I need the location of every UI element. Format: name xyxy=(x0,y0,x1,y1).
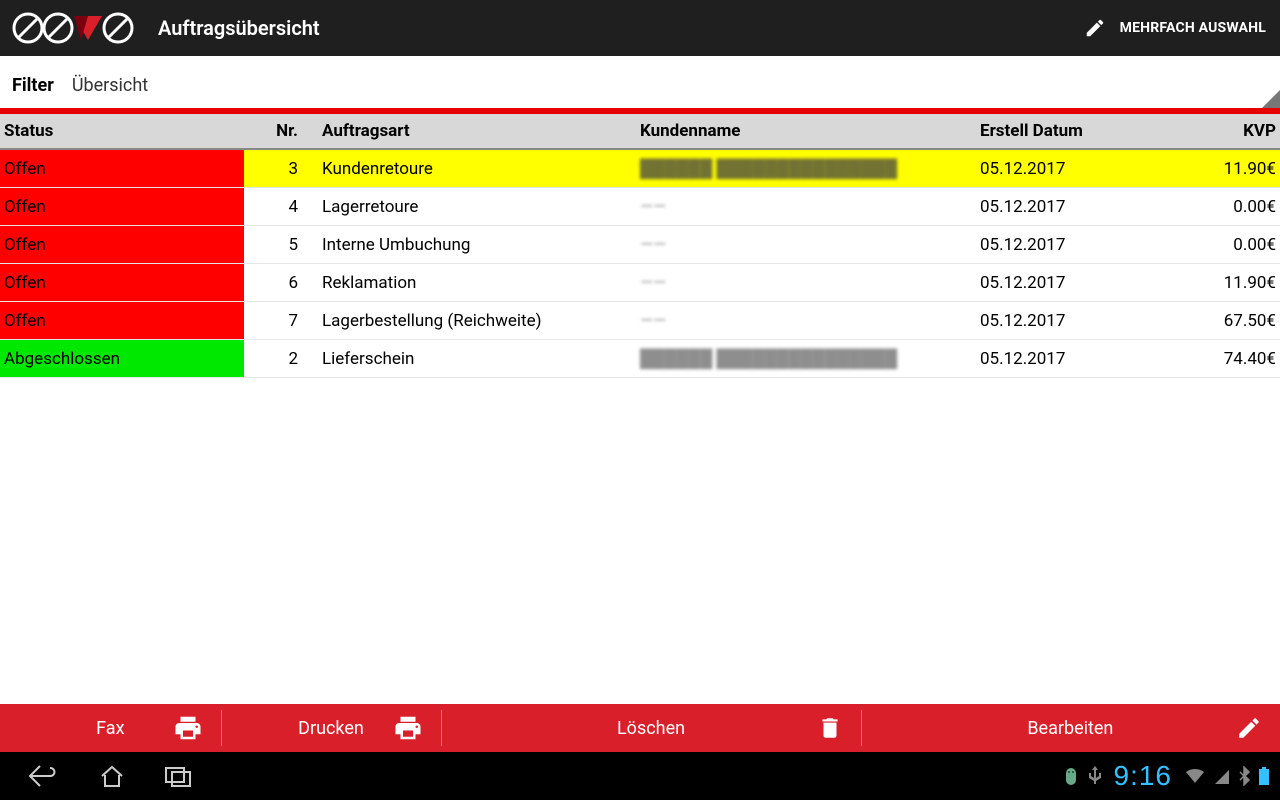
battery-icon xyxy=(1258,766,1270,786)
wifi-icon xyxy=(1184,767,1206,785)
cell-kunde: ██████ ███████████████ xyxy=(636,159,976,179)
android-nav-bar: 9:16 xyxy=(0,752,1280,800)
cell-signal-icon xyxy=(1214,767,1230,785)
cell-kvp: 0.00€ xyxy=(1136,197,1280,217)
cell-art: Reklamation xyxy=(306,273,636,293)
cell-kvp: 67.50€ xyxy=(1136,311,1280,331)
home-icon[interactable] xyxy=(98,763,126,789)
cell-kvp: 74.40€ xyxy=(1136,349,1280,369)
cell-date: 05.12.2017 xyxy=(976,311,1136,331)
android-debug-icon xyxy=(1062,766,1080,786)
table-row[interactable]: Abgeschlossen2Lieferschein██████ ███████… xyxy=(0,340,1280,378)
table-row[interactable]: Offen6Reklamation——05.12.201711.90€ xyxy=(0,264,1280,302)
bluetooth-icon xyxy=(1238,766,1250,786)
delete-label: Löschen xyxy=(617,718,685,739)
th-date[interactable]: Erstell Datum xyxy=(976,121,1136,141)
pencil-icon xyxy=(1084,17,1106,39)
filter-bar: Filter Übersicht xyxy=(0,56,1280,108)
fax-label: Fax xyxy=(96,718,124,739)
cell-art: Lieferschein xyxy=(306,349,636,369)
edit-label: Bearbeiten xyxy=(1027,718,1113,739)
th-kvp[interactable]: KVP xyxy=(1136,121,1280,141)
multi-select-button[interactable]: MEHRFACH AUSWAHL xyxy=(1084,0,1266,56)
cell-nr: 2 xyxy=(244,349,306,369)
th-kunde[interactable]: Kundenname xyxy=(636,121,976,141)
table-row[interactable]: Offen3Kundenretoure██████ ██████████████… xyxy=(0,150,1280,188)
status-clock: 9:16 xyxy=(1114,760,1173,792)
cell-kvp: 11.90€ xyxy=(1136,159,1280,179)
cell-status: Offen xyxy=(0,302,244,339)
print-icon xyxy=(173,713,203,743)
back-icon[interactable] xyxy=(26,762,60,790)
usb-icon xyxy=(1088,765,1102,787)
trash-icon xyxy=(817,713,843,743)
filter-value[interactable]: Übersicht xyxy=(54,75,148,108)
cell-nr: 5 xyxy=(244,235,306,255)
app-top-bar: Auftragsübersicht MEHRFACH AUSWAHL xyxy=(0,0,1280,56)
cell-kvp: 11.90€ xyxy=(1136,273,1280,293)
th-art[interactable]: Auftragsart xyxy=(306,121,636,141)
cell-nr: 4 xyxy=(244,197,306,217)
cell-status: Offen xyxy=(0,264,244,301)
cell-nr: 7 xyxy=(244,311,306,331)
cell-art: Interne Umbuchung xyxy=(306,235,636,255)
cell-kunde: —— xyxy=(636,197,976,217)
filter-label: Filter xyxy=(6,75,54,108)
print-icon xyxy=(393,713,423,743)
fax-button[interactable]: Fax xyxy=(0,704,221,752)
cell-kunde: —— xyxy=(636,311,976,331)
recent-apps-icon[interactable] xyxy=(164,764,194,788)
cell-date: 05.12.2017 xyxy=(976,235,1136,255)
cell-date: 05.12.2017 xyxy=(976,273,1136,293)
cell-kunde: —— xyxy=(636,273,976,293)
page-title: Auftragsübersicht xyxy=(158,16,320,40)
edit-button[interactable]: Bearbeiten xyxy=(861,704,1280,752)
cell-nr: 6 xyxy=(244,273,306,293)
bottom-action-bar: Fax Drucken Löschen Bearbeiten xyxy=(0,704,1280,752)
cell-art: Lagerretoure xyxy=(306,197,636,217)
cell-date: 05.12.2017 xyxy=(976,197,1136,217)
table-row[interactable]: Offen7Lagerbestellung (Reichweite)——05.1… xyxy=(0,302,1280,340)
cell-kvp: 0.00€ xyxy=(1136,235,1280,255)
pencil-icon xyxy=(1236,715,1262,741)
cell-status: Abgeschlossen xyxy=(0,340,244,377)
cell-status: Offen xyxy=(0,150,244,187)
table-row[interactable]: Offen4Lagerretoure——05.12.20170.00€ xyxy=(0,188,1280,226)
table-row[interactable]: Offen5Interne Umbuchung——05.12.20170.00€ xyxy=(0,226,1280,264)
dropdown-corner-icon[interactable] xyxy=(1258,86,1280,108)
print-button[interactable]: Drucken xyxy=(221,704,442,752)
multi-select-label: MEHRFACH AUSWAHL xyxy=(1120,20,1266,36)
cell-kunde: —— xyxy=(636,235,976,255)
cell-kunde: ██████ ███████████████ xyxy=(636,349,976,369)
cell-status: Offen xyxy=(0,188,244,225)
content-spacer xyxy=(0,378,1280,704)
table-body: Offen3Kundenretoure██████ ██████████████… xyxy=(0,150,1280,378)
cell-art: Lagerbestellung (Reichweite) xyxy=(306,311,636,331)
print-label: Drucken xyxy=(298,718,364,739)
app-logo xyxy=(10,10,140,46)
delete-button[interactable]: Löschen xyxy=(441,704,860,752)
cell-date: 05.12.2017 xyxy=(976,159,1136,179)
th-status[interactable]: Status xyxy=(0,121,244,141)
th-nr[interactable]: Nr. xyxy=(244,121,306,141)
cell-art: Kundenretoure xyxy=(306,159,636,179)
cell-status: Offen xyxy=(0,226,244,263)
cell-date: 05.12.2017 xyxy=(976,349,1136,369)
cell-nr: 3 xyxy=(244,159,306,179)
table-header: Status Nr. Auftragsart Kundenname Erstel… xyxy=(0,114,1280,150)
